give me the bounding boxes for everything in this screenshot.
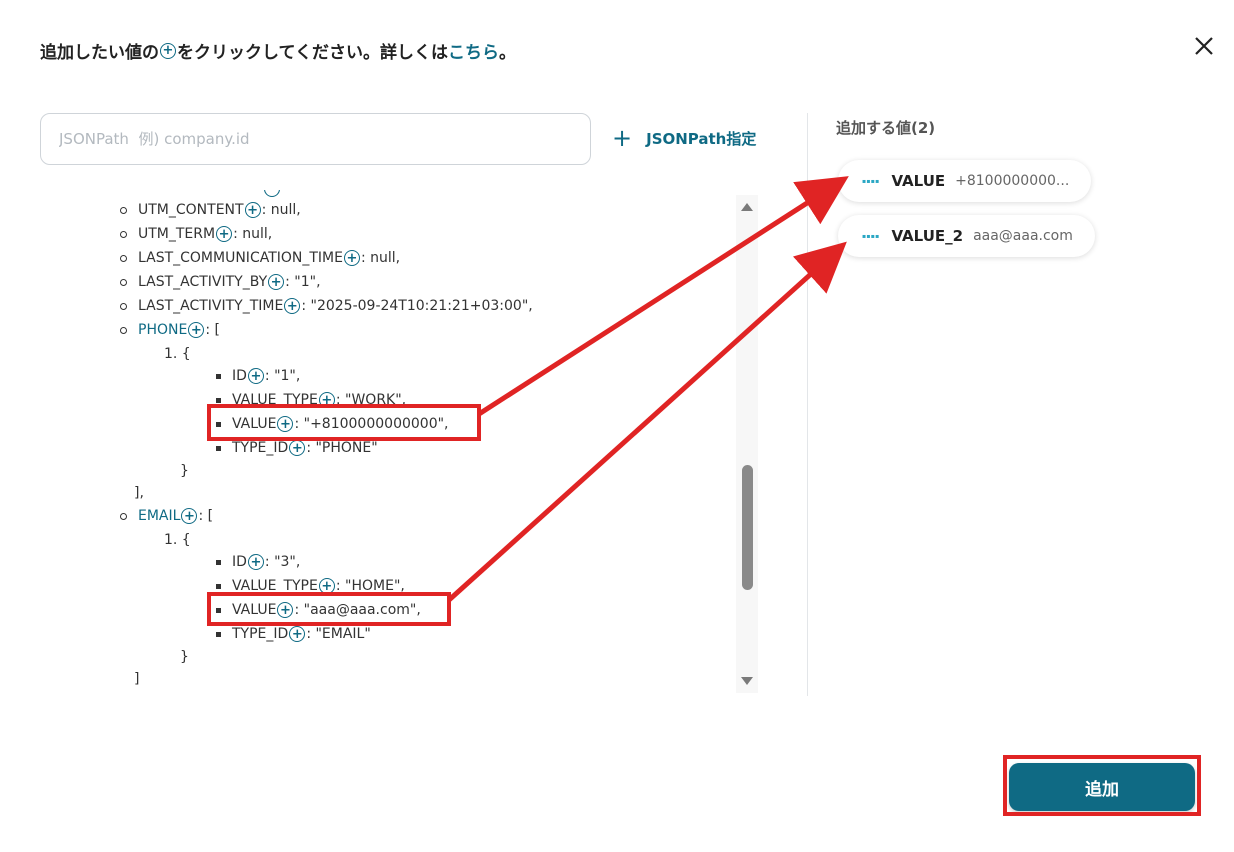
value-text: : [ <box>198 508 214 524</box>
tree-scrollbar[interactable] <box>736 195 758 693</box>
header-period: 。 <box>498 43 516 63</box>
key-label: VALUE_TYPE <box>232 392 318 408</box>
service-logo-icon: ▪▪▪▪ <box>862 232 880 240</box>
value-text: : "aaa@aaa.com", <box>294 602 421 618</box>
chip-value: aaa@aaa.com <box>973 228 1073 244</box>
chip-name: VALUE <box>891 172 946 190</box>
selected-values-title: 追加する値(2) <box>836 119 936 137</box>
add-plus-icon[interactable]: + <box>181 508 198 524</box>
value-text: : "2025-09-24T10:21:21+03:00", <box>301 298 533 314</box>
value-text: : "WORK", <box>335 392 407 408</box>
add-plus-icon[interactable]: + <box>277 416 294 432</box>
value-text: : "1", <box>285 274 321 290</box>
add-plus-icon[interactable]: + <box>343 250 360 266</box>
tree-row: ID +: "1", <box>216 365 300 387</box>
plus-icon: + <box>612 124 633 152</box>
tree-row: 1. { <box>164 343 191 365</box>
jsonpath-specify-button[interactable]: + JSONPath指定 <box>612 126 756 150</box>
tree-row: ID +: "3", <box>216 551 300 573</box>
key-label-phone[interactable]: PHONE <box>138 322 187 338</box>
value-text: : null, <box>233 226 273 242</box>
add-plus-icon[interactable]: + <box>289 440 306 456</box>
jsonpath-specify-label: JSONPath指定 <box>646 129 757 148</box>
tree-row: } <box>180 460 189 482</box>
key-label-email[interactable]: EMAIL <box>138 508 180 524</box>
help-link[interactable]: こちら <box>448 38 499 63</box>
tree-row: VALUE_TYPE +: "WORK", <box>216 389 406 411</box>
tree-row: UTM_CONTENT +: null, <box>120 199 301 221</box>
bracket: ], <box>134 485 144 501</box>
value-text: : null, <box>261 202 301 218</box>
selected-value-chip[interactable]: ▪▪▪▪ VALUE_2 aaa@aaa.com <box>838 215 1095 257</box>
value-text: : "PHONE" <box>306 440 378 456</box>
add-plus-icon[interactable]: + <box>318 578 335 594</box>
key-label: LAST_ACTIVITY_TIME <box>138 298 284 314</box>
scroll-thumb[interactable] <box>742 465 753 590</box>
add-plus-icon[interactable]: + <box>216 226 233 242</box>
value-text: : "1", <box>264 368 301 384</box>
chip-name: VALUE_2 <box>891 227 964 245</box>
value-text: : null, <box>360 250 401 266</box>
add-button[interactable]: 追加 <box>1009 763 1195 811</box>
array-index: 1. { <box>164 346 191 362</box>
key-label: UTM_CONTENT <box>138 202 244 218</box>
tree-row: LAST_COMMUNICATION_TIME +: null, <box>120 247 400 269</box>
tree-row: PHONE +: [ <box>120 319 220 341</box>
panel-divider <box>807 113 808 696</box>
value-text: : "+8100000000000", <box>294 416 449 432</box>
tree-row: 1. { <box>164 529 191 551</box>
brace: } <box>180 463 189 479</box>
selected-value-chip[interactable]: ▪▪▪▪ VALUE +8100000000... <box>838 160 1092 202</box>
bracket: ] <box>134 671 140 687</box>
value-text: : "3", <box>264 554 301 570</box>
value-text: : [ <box>205 322 220 338</box>
tree-row: VALUE +: "+8100000000000", <box>216 413 449 435</box>
key-label: VALUE <box>232 416 277 432</box>
tree-row: } <box>180 646 189 668</box>
key-label: VALUE_TYPE <box>232 578 318 594</box>
json-tree: UTM_CONTENT +: null, UTM_TERM +: null, L… <box>40 190 740 690</box>
add-plus-icon[interactable]: + <box>318 392 335 408</box>
chip-value: +8100000000... <box>955 173 1070 189</box>
service-logo-icon: ▪▪▪▪ <box>862 177 880 185</box>
tree-row: TYPE_ID +: "PHONE" <box>216 437 378 459</box>
add-plus-icon[interactable]: + <box>247 368 264 384</box>
key-label: ID <box>232 368 247 384</box>
array-index: 1. { <box>164 532 191 548</box>
tree-row: UTM_TERM +: null, <box>120 223 272 245</box>
tree-row: TYPE_ID +: "EMAIL" <box>216 623 371 645</box>
scroll-up-icon[interactable] <box>741 203 753 211</box>
close-icon[interactable] <box>1192 34 1216 58</box>
add-plus-icon: + <box>160 42 176 59</box>
tree-row: EMAIL +: [ <box>120 505 213 527</box>
tree-row: VALUE +: "aaa@aaa.com", <box>216 599 421 621</box>
key-label: LAST_ACTIVITY_BY <box>138 274 268 290</box>
brace: } <box>180 649 189 665</box>
add-plus-icon[interactable]: + <box>188 322 205 338</box>
tree-row: ] <box>134 668 139 690</box>
tree-row: LAST_ACTIVITY_BY +: "1", <box>120 271 321 293</box>
tree-row: LAST_ACTIVITY_TIME +: "2025-09-24T10:21:… <box>120 295 533 317</box>
key-label: VALUE <box>232 602 277 618</box>
add-plus-icon[interactable]: + <box>268 274 285 290</box>
add-plus-icon[interactable]: + <box>289 626 306 642</box>
add-plus-icon[interactable]: + <box>244 202 261 218</box>
add-plus-icon[interactable]: + <box>247 554 264 570</box>
key-label: UTM_TERM <box>138 226 216 242</box>
header-prefix: 追加したい値の <box>40 43 159 63</box>
jsonpath-search-input[interactable] <box>40 113 591 165</box>
key-label: TYPE_ID <box>232 440 289 456</box>
scroll-down-icon[interactable] <box>741 677 753 685</box>
add-plus-icon[interactable]: + <box>277 602 294 618</box>
add-plus-icon[interactable]: + <box>284 298 301 314</box>
tree-row: VALUE_TYPE +: "HOME", <box>216 575 405 597</box>
tree-row: ], <box>134 482 144 504</box>
key-label: LAST_COMMUNICATION_TIME <box>138 250 343 266</box>
key-label: TYPE_ID <box>232 626 289 642</box>
value-text: : "HOME", <box>335 578 405 594</box>
instruction-header: 追加したい値の + をクリックしてください。詳しくは こちら 。 <box>40 38 516 63</box>
value-text: : "EMAIL" <box>306 626 371 642</box>
key-label: ID <box>232 554 247 570</box>
header-suffix: をクリックしてください。詳しくは <box>177 43 448 63</box>
